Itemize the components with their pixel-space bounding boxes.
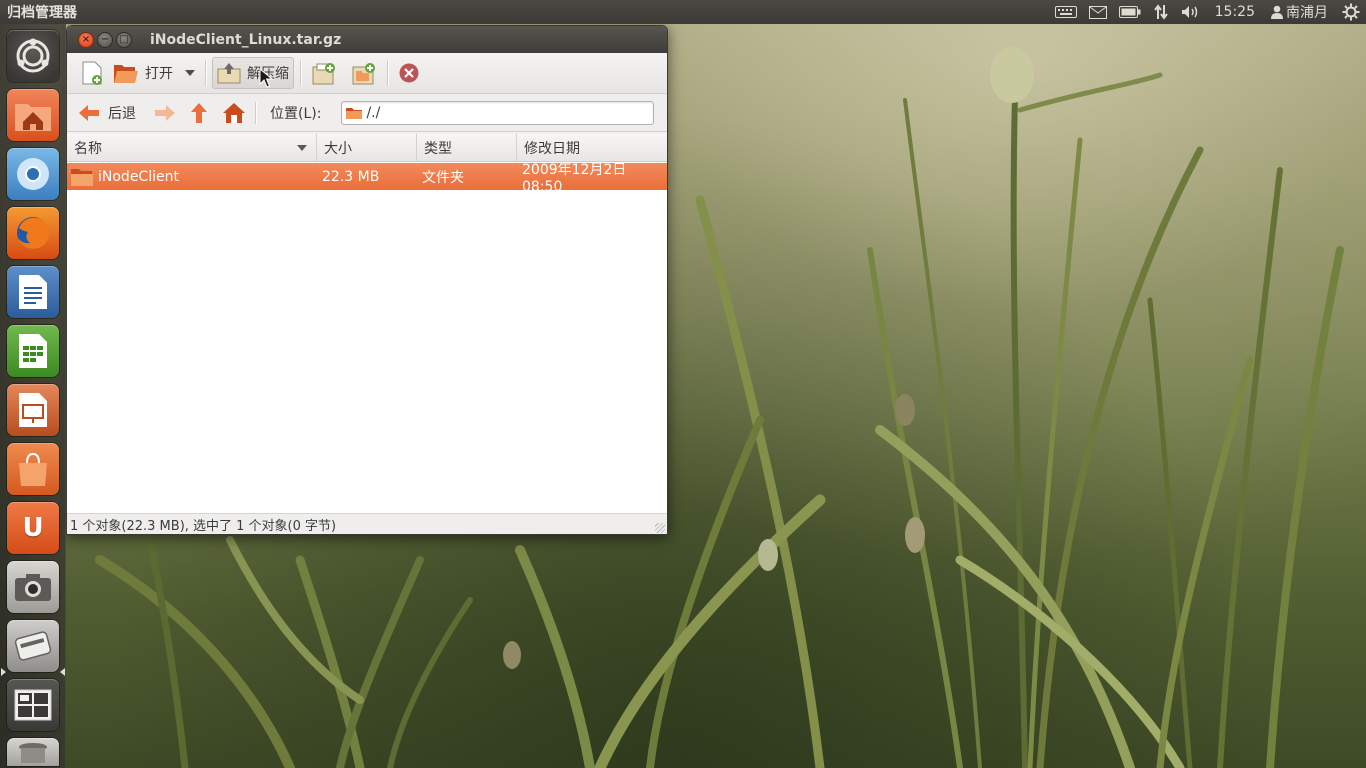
calc-icon <box>19 334 47 368</box>
battery-icon[interactable] <box>1113 0 1147 24</box>
arrow-right-icon <box>155 104 175 121</box>
open-dropdown-button[interactable] <box>181 57 199 89</box>
location-bar: 后退 位置(L): /./ <box>67 94 667 132</box>
user-icon <box>1271 5 1283 19</box>
power-gear-icon[interactable] <box>1336 0 1366 24</box>
window-titlebar[interactable]: × − □ iNodeClient_Linux.tar.gz <box>67 26 667 53</box>
column-header-size[interactable]: 大小 <box>317 134 417 161</box>
add-files-icon <box>312 63 335 85</box>
active-indicator <box>60 668 65 676</box>
home-icon <box>223 102 245 123</box>
cell-modified: 2009年12月2日 08:50 <box>522 161 627 195</box>
nav-separator <box>255 101 256 124</box>
running-indicator <box>1 668 6 676</box>
top-panel: 归档管理器 15:25 南浦月 <box>0 0 1366 24</box>
archive-icon <box>14 631 52 661</box>
add-files-button[interactable] <box>307 57 341 89</box>
arrow-up-icon <box>191 102 207 123</box>
launcher-camera[interactable] <box>7 561 59 613</box>
folder-icon <box>71 168 93 186</box>
cell-type: 文件夹 <box>422 169 464 186</box>
volume-icon[interactable] <box>1175 0 1207 24</box>
column-header-type[interactable]: 类型 <box>417 134 517 161</box>
back-label: 后退 <box>108 105 136 122</box>
resize-grip[interactable] <box>655 523 665 533</box>
chromium-icon <box>17 158 49 190</box>
impress-icon <box>19 393 47 427</box>
launcher-archive-manager[interactable] <box>7 620 59 672</box>
user-name: 南浦月 <box>1286 5 1328 21</box>
launcher-libreoffice-writer[interactable] <box>7 266 59 318</box>
clock[interactable]: 15:25 <box>1207 4 1263 20</box>
window-title: iNodeClient_Linux.tar.gz <box>150 31 342 48</box>
trash-icon <box>19 743 47 763</box>
user-menu[interactable]: 南浦月 <box>1263 2 1336 22</box>
location-value: /./ <box>366 104 381 121</box>
shopping-bag-icon <box>19 452 47 486</box>
sort-descending-icon <box>297 145 307 151</box>
archive-manager-window: × − □ iNodeClient_Linux.tar.gz 打开 解压缩 后退… <box>66 25 668 535</box>
status-bar: 1 个对象(22.3 MB), 选中了 1 个对象(0 字节) <box>67 513 667 534</box>
toolbar-separator <box>300 60 301 86</box>
home-folder-icon <box>15 104 51 131</box>
location-input[interactable]: /./ <box>341 100 655 125</box>
launcher-chromium[interactable] <box>7 148 59 200</box>
ubuntu-logo-icon <box>16 38 50 73</box>
arrow-left-icon <box>79 104 99 121</box>
toolbar-separator <box>205 60 206 86</box>
launcher-libreoffice-calc[interactable] <box>7 325 59 377</box>
column-header-modified[interactable]: 修改日期 <box>517 134 667 161</box>
indicator-area: 15:25 南浦月 <box>1049 0 1366 24</box>
launcher: U <box>0 24 66 768</box>
stop-button[interactable] <box>394 57 424 89</box>
cell-size: 22.3 MB <box>322 168 380 185</box>
file-list-header: 名称 大小 类型 修改日期 <box>67 134 667 162</box>
launcher-firefox[interactable] <box>7 207 59 259</box>
launcher-dash-home[interactable] <box>7 30 59 82</box>
up-button[interactable] <box>187 98 211 128</box>
new-archive-icon <box>82 61 102 85</box>
add-folder-button[interactable] <box>347 57 381 89</box>
open-button[interactable]: 打开 <box>109 57 177 89</box>
stop-icon <box>399 63 419 83</box>
launcher-home-folder[interactable] <box>7 89 59 141</box>
launcher-software-center[interactable] <box>7 443 59 495</box>
location-label: 位置(L): <box>270 105 322 122</box>
network-icon[interactable] <box>1147 0 1175 24</box>
folder-icon <box>346 107 363 119</box>
add-folder-icon <box>352 63 375 85</box>
open-label: 打开 <box>145 66 173 82</box>
extract-button[interactable]: 解压缩 <box>212 57 294 89</box>
toolbar: 打开 解压缩 <box>67 53 667 94</box>
keyboard-icon[interactable] <box>1049 0 1083 24</box>
workspaces-icon <box>14 689 52 721</box>
column-header-name[interactable]: 名称 <box>67 134 317 161</box>
launcher-workspace-switcher[interactable] <box>7 679 59 731</box>
mail-icon[interactable] <box>1083 0 1113 24</box>
home-button[interactable] <box>219 98 249 128</box>
launcher-ubuntu-one[interactable]: U <box>7 502 59 554</box>
open-folder-icon <box>114 65 138 83</box>
writer-icon <box>19 275 47 309</box>
table-row[interactable]: iNodeClient 22.3 MB 文件夹 2009年12月2日 08:50 <box>67 161 667 195</box>
toolbar-separator <box>387 60 388 86</box>
forward-button[interactable] <box>151 98 179 128</box>
extract-icon <box>217 63 241 84</box>
cell-name: iNodeClient <box>67 163 317 190</box>
back-button[interactable]: 后退 <box>75 98 139 128</box>
chevron-down-icon <box>185 70 195 76</box>
firefox-icon <box>17 217 50 249</box>
status-text: 1 个对象(22.3 MB), 选中了 1 个对象(0 字节) <box>70 519 337 534</box>
file-list: 名称 大小 类型 修改日期 iNodeClient 22.3 MB 文件夹 20… <box>67 134 667 513</box>
new-archive-button[interactable] <box>77 57 107 89</box>
maximize-window-button[interactable]: □ <box>116 31 132 48</box>
minimize-window-button[interactable]: − <box>97 31 113 48</box>
app-menu-title[interactable]: 归档管理器 <box>0 2 77 22</box>
launcher-libreoffice-impress[interactable] <box>7 384 59 436</box>
camera-icon <box>15 574 51 601</box>
mouse-cursor-icon <box>259 68 273 88</box>
close-window-button[interactable]: × <box>78 31 94 48</box>
ubuntu-one-icon: U <box>22 513 44 543</box>
launcher-trash[interactable] <box>7 738 59 766</box>
